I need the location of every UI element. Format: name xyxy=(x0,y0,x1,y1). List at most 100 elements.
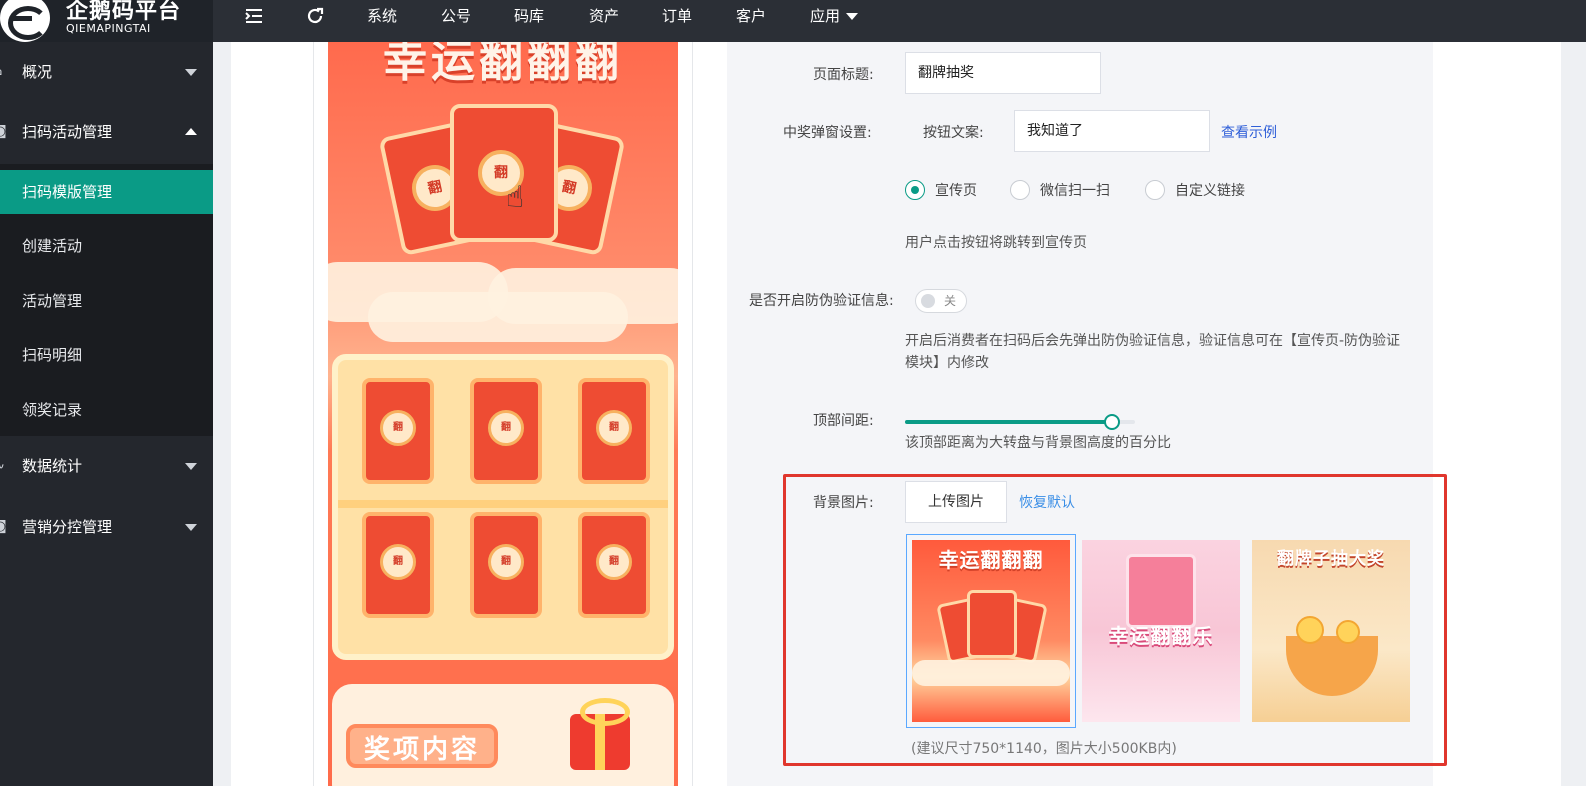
sidebar-item-activity-mgmt[interactable]: 活动管理 xyxy=(0,279,213,323)
preview-card-coin: 翻 xyxy=(380,544,416,580)
pulse-icon: ∿ xyxy=(0,438,8,494)
thumbnail-title: 翻牌子抽大奖 xyxy=(1277,549,1385,569)
radio-custom-link[interactable]: 自定义链接 xyxy=(1145,180,1245,202)
anti-fake-hint: 开启后消费者在扫码后会先弹出防伪验证信息，验证信息可在【宣传页-防伪验证模块】内… xyxy=(905,333,1401,371)
preview-mini-card: 翻 xyxy=(470,512,542,618)
preview-cloud xyxy=(368,292,628,342)
view-example-link[interactable]: 查看示例 xyxy=(1221,122,1277,142)
sidebar-group-scan-activity[interactable]: ◙ 扫码活动管理 xyxy=(0,104,213,160)
bg-thumbnail-1[interactable]: 幸运翻翻翻 xyxy=(906,534,1076,728)
slider-handle[interactable] xyxy=(1104,414,1120,430)
preview-mini-card: 翻 xyxy=(362,512,434,618)
gift-box-icon xyxy=(570,698,630,770)
page-title-label: 页面标题: xyxy=(813,67,874,83)
preview-card-coin: 翻 xyxy=(596,544,632,580)
thumb-pot xyxy=(1286,636,1378,696)
radio-label: 宣传页 xyxy=(935,183,977,199)
top-spacing-label: 顶部间距: xyxy=(813,413,874,429)
thumb-cloud xyxy=(912,660,1070,686)
nav-orders[interactable]: 订单 xyxy=(662,0,692,32)
bg-thumbnail-2[interactable]: 幸运翻翻乐 xyxy=(1082,540,1240,722)
preview-card-coin: 翻 xyxy=(488,410,524,446)
radio-label: 微信扫一扫 xyxy=(1040,183,1110,199)
thumbnail-title: 幸运翻翻翻 xyxy=(938,548,1044,572)
redirect-hint: 用户点击按钮将跳转到宣传页 xyxy=(905,235,1087,251)
upload-image-button[interactable]: 上传图片 xyxy=(905,481,1007,523)
thumb-coin xyxy=(1296,616,1324,644)
restore-default-link[interactable]: 恢复默认 xyxy=(1019,492,1075,512)
page-title-input[interactable]: 翻牌抽奖 xyxy=(905,52,1101,94)
preview-card-coin: 翻 xyxy=(380,410,416,446)
bg-thumbnail-3[interactable]: 翻牌子抽大奖 xyxy=(1252,540,1410,722)
nav-system[interactable]: 系统 xyxy=(367,0,397,32)
anti-fake-label: 是否开启防伪验证信息: xyxy=(749,293,894,309)
logo: 企鹅码平台 QIEMAPINGTAI xyxy=(0,0,213,42)
switch-state-text: 关 xyxy=(944,294,957,308)
sidebar-item-scan-details[interactable]: 扫码明细 xyxy=(0,333,213,377)
top-spacing-hint: 该顶部距离为大转盘与背景图高度的百分比 xyxy=(905,435,1171,451)
sidebar-item-create-activity[interactable]: 创建活动 xyxy=(0,224,213,268)
chevron-up-icon xyxy=(185,128,197,135)
sidebar-group-statistics[interactable]: ∿ 数据统计 xyxy=(0,438,213,494)
brand-name: 企鹅码平台 xyxy=(66,0,182,24)
settings-panel: 页面标题: 翻牌抽奖 中奖弹窗设置: 按钮文案: 我知道了 查看示例 宣传页 微… xyxy=(727,42,1447,786)
chevron-down-icon xyxy=(185,524,197,531)
refresh-icon[interactable] xyxy=(297,0,333,42)
menu-fold-icon[interactable] xyxy=(236,0,272,42)
phone-preview[interactable]: 幸运翻翻翻 翻 翻 翻 ☝ 翻 翻 翻 翻 翻 翻 奖项内容 xyxy=(328,42,678,786)
preview-title: 幸运翻翻翻 xyxy=(383,42,623,87)
image-size-hint: (建议尺寸750*1140，图片大小500KB内) xyxy=(911,741,1177,757)
camera-icon: ◙ xyxy=(0,519,7,534)
sidebar-group-label: 营销分控管理 xyxy=(22,518,113,536)
sidebar-group-overview[interactable]: ⌂ 概况 xyxy=(0,44,213,100)
home-icon: ⌂ xyxy=(0,44,8,100)
radio-unchecked-icon xyxy=(1010,180,1030,200)
top-bar: 企鹅码平台 QIEMAPINGTAI 系统 公号 码库 资产 订单 客户 应用 xyxy=(0,0,1586,42)
sidebar: ⌂ 概况 ◙ 扫码活动管理 扫码模版管理 创建活动 活动管理 扫码明细 领奖记录… xyxy=(0,42,213,786)
preview-mini-card: 翻 xyxy=(470,378,542,484)
radio-label: 自定义链接 xyxy=(1175,183,1245,199)
anti-fake-switch[interactable]: 关 xyxy=(915,289,967,313)
sidebar-item-template-mgmt[interactable]: 扫码模版管理 xyxy=(0,170,213,214)
top-spacing-slider[interactable] xyxy=(905,414,1135,430)
sidebar-group-label: 概况 xyxy=(22,63,53,81)
preview-card-main: 翻 xyxy=(450,104,558,242)
caret-down-icon xyxy=(846,13,859,20)
preview-mini-card: 翻 xyxy=(362,378,434,484)
preview-card-coin: 翻 xyxy=(488,544,524,580)
logo-mark-icon xyxy=(0,0,50,42)
nav-customers[interactable]: 客户 xyxy=(736,0,766,32)
thumb-coin xyxy=(1336,620,1360,644)
pointing-hand-icon: ☝ xyxy=(506,180,525,215)
button-text-input[interactable]: 我知道了 xyxy=(1014,110,1210,152)
thumb-card xyxy=(1126,554,1196,628)
sidebar-group-marketing-control[interactable]: ◙ 营销分控管理 xyxy=(0,499,213,555)
preview-mini-card: 翻 xyxy=(578,378,650,484)
preview-card-grid: 翻 翻 翻 翻 翻 翻 xyxy=(332,354,674,660)
slider-fill xyxy=(905,420,1112,424)
nav-official-account[interactable]: 公号 xyxy=(441,0,471,32)
switch-knob xyxy=(921,294,935,308)
chevron-down-icon xyxy=(185,463,197,470)
nav-code-library[interactable]: 码库 xyxy=(514,0,544,32)
nav-apps[interactable]: 应用 xyxy=(810,0,859,32)
preview-prize-label: 奖项内容 xyxy=(346,724,499,768)
bg-image-label: 背景图片: xyxy=(813,495,874,511)
preview-frame: 幸运翻翻翻 翻 翻 翻 ☝ 翻 翻 翻 翻 翻 翻 奖项内容 xyxy=(313,42,693,786)
radio-promo-page[interactable]: 宣传页 xyxy=(905,180,977,202)
editor-card: 幸运翻翻翻 翻 翻 翻 ☝ 翻 翻 翻 翻 翻 翻 奖项内容 页面标题: 翻牌抽… xyxy=(231,42,1561,786)
nav-assets[interactable]: 资产 xyxy=(589,0,619,32)
sidebar-group-label: 数据统计 xyxy=(22,457,83,475)
nav-apps-label: 应用 xyxy=(810,7,841,25)
radio-wechat-scan[interactable]: 微信扫一扫 xyxy=(1010,180,1110,202)
preview-prize-section: 奖项内容 xyxy=(332,684,674,786)
sidebar-group-label: 扫码活动管理 xyxy=(22,123,113,141)
chevron-down-icon xyxy=(185,69,197,76)
preview-mini-card: 翻 xyxy=(578,512,650,618)
thumbnail-title: 幸运翻翻乐 xyxy=(1108,624,1214,648)
camera-icon: ◙ xyxy=(0,124,7,139)
shelf-divider xyxy=(338,500,668,508)
sidebar-item-prize-records[interactable]: 领奖记录 xyxy=(0,388,213,432)
brand-name-en: QIEMAPINGTAI xyxy=(66,22,151,35)
main-content: 幸运翻翻翻 翻 翻 翻 ☝ 翻 翻 翻 翻 翻 翻 奖项内容 页面标题: 翻牌抽… xyxy=(213,42,1586,786)
